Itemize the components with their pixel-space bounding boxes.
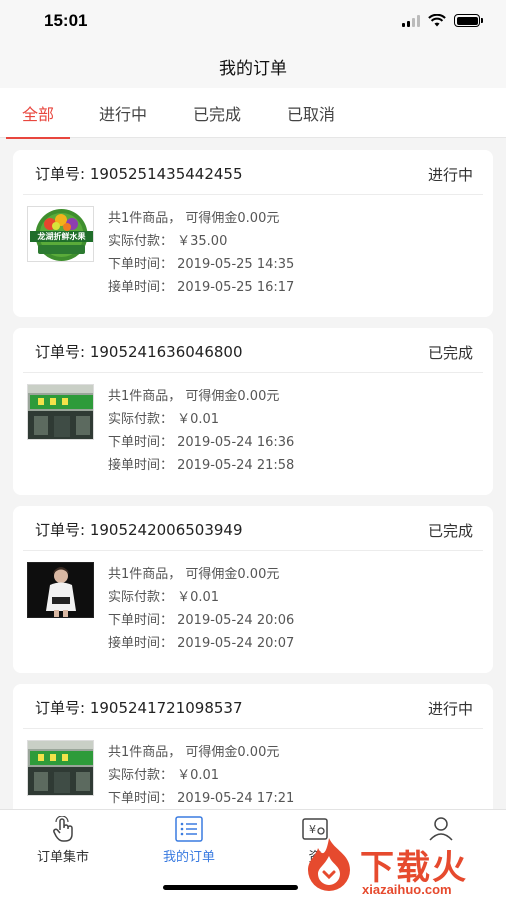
order-list-icon [175, 816, 203, 842]
wifi-icon [428, 14, 446, 27]
product-thumbnail[interactable] [27, 384, 94, 440]
order-header: 订单号: 1905251435442455 进行中 [23, 150, 483, 195]
tab-cancelled[interactable]: 已取消 [274, 88, 348, 138]
order-summary: 共1件商品， 可得佣金0.00元 [108, 745, 280, 760]
battery-icon [454, 14, 483, 27]
product-thumbnail[interactable] [27, 562, 94, 618]
order-time: 下单时间： 2019-05-24 16:36 [108, 435, 295, 450]
product-thumbnail[interactable]: 龙湖折鲜水果 [27, 206, 94, 262]
order-number: 订单号: 1905241721098537 [35, 699, 243, 717]
order-summary: 共1件商品， 可得佣金0.00元 [108, 211, 280, 226]
order-status: 已完成 [427, 522, 473, 540]
person-photo [28, 563, 93, 617]
nav-bar: 我的订单 [0, 44, 506, 88]
accept-time: 接单时间： 2019-05-24 21:58 [108, 458, 295, 473]
order-paid: 实际付款： ￥0.01 [108, 590, 220, 605]
storefront-photo [28, 385, 93, 439]
order-card[interactable]: 订单号: 1905251435442455 进行中 龙湖折鲜水果 共1件商品， … [13, 150, 493, 317]
order-info: 共1件商品， 可得佣金0.00元 实际付款： ￥0.01 下单时间： 2019-… [108, 385, 294, 477]
order-time: 下单时间： 2019-05-24 17:21 [108, 791, 295, 806]
status-bar: 15:01 [0, 0, 506, 44]
order-status: 进行中 [427, 166, 473, 184]
order-list: 订单号: 1905251435442455 进行中 龙湖折鲜水果 共1件商品， … [13, 150, 493, 862]
order-body: 共1件商品， 可得佣金0.00元 实际付款： ￥0.01 下单时间： 2019-… [13, 551, 493, 673]
order-number: 订单号: 1905251435442455 [35, 165, 243, 183]
order-card[interactable]: 订单号: 1905242006503949 已完成 共1件商品， 可得佣金0.0… [13, 506, 493, 673]
order-header: 订单号: 1905241721098537 进行中 [23, 684, 483, 729]
order-time: 下单时间： 2019-05-25 14:35 [108, 257, 295, 272]
order-header: 订单号: 1905242006503949 已完成 [23, 506, 483, 551]
order-status: 进行中 [427, 700, 473, 718]
order-status: 已完成 [427, 344, 473, 362]
order-summary: 共1件商品， 可得佣金0.00元 [108, 567, 280, 582]
signal-icon [402, 14, 420, 27]
hand-tap-icon [53, 816, 73, 842]
order-number: 订单号: 1905242006503949 [35, 521, 243, 539]
order-paid: 实际付款： ￥0.01 [108, 768, 220, 783]
tab-in-progress[interactable]: 进行中 [86, 88, 160, 138]
home-indicator [163, 885, 298, 890]
page-title: 我的订单 [219, 58, 287, 79]
fire-logo-icon [308, 838, 350, 891]
order-header: 订单号: 1905241636046800 已完成 [23, 328, 483, 373]
watermark: 下载火 xiazaihuo.com [300, 832, 506, 900]
order-summary: 共1件商品， 可得佣金0.00元 [108, 389, 280, 404]
product-thumbnail[interactable] [27, 740, 94, 796]
order-paid: 实际付款： ￥35.00 [108, 234, 228, 249]
bottom-nav-order-market[interactable]: 订单集市 [0, 816, 126, 865]
status-time: 15:01 [44, 11, 88, 30]
order-info: 共1件商品， 可得佣金0.00元 实际付款： ￥0.01 下单时间： 2019-… [108, 563, 294, 655]
order-tabs: 全部 进行中 已完成 已取消 [0, 88, 506, 139]
order-time: 下单时间： 2019-05-24 20:06 [108, 613, 295, 628]
order-paid: 实际付款： ￥0.01 [108, 412, 220, 427]
accept-time: 接单时间： 2019-05-25 16:17 [108, 280, 295, 295]
order-number: 订单号: 1905241636046800 [35, 343, 243, 361]
order-info: 共1件商品， 可得佣金0.00元 实际付款： ￥0.01 下单时间： 2019-… [108, 741, 294, 810]
order-body: 龙湖折鲜水果 共1件商品， 可得佣金0.00元 实际付款： ￥35.00 下单时… [13, 195, 493, 317]
accept-time: 接单时间： 2019-05-24 20:07 [108, 636, 295, 651]
tab-all[interactable]: 全部 [6, 88, 70, 139]
status-icons [402, 14, 483, 27]
bottom-nav-my-orders[interactable]: 我的订单 [126, 816, 252, 865]
watermark-url: xiazaihuo.com [362, 882, 452, 897]
order-info: 共1件商品， 可得佣金0.00元 实际付款： ￥35.00 下单时间： 2019… [108, 207, 294, 299]
bottom-nav-label: 订单集市 [36, 850, 89, 865]
tab-completed[interactable]: 已完成 [180, 88, 254, 138]
bottom-nav-label: 我的订单 [162, 850, 215, 865]
order-body: 共1件商品， 可得佣金0.00元 实际付款： ￥0.01 下单时间： 2019-… [13, 373, 493, 495]
order-card[interactable]: 订单号: 1905241636046800 已完成 共1件商品， 可得佣金0.0… [13, 328, 493, 495]
storefront-photo [28, 741, 93, 795]
logo-lettering: 龙湖折鲜水果 [37, 232, 86, 241]
